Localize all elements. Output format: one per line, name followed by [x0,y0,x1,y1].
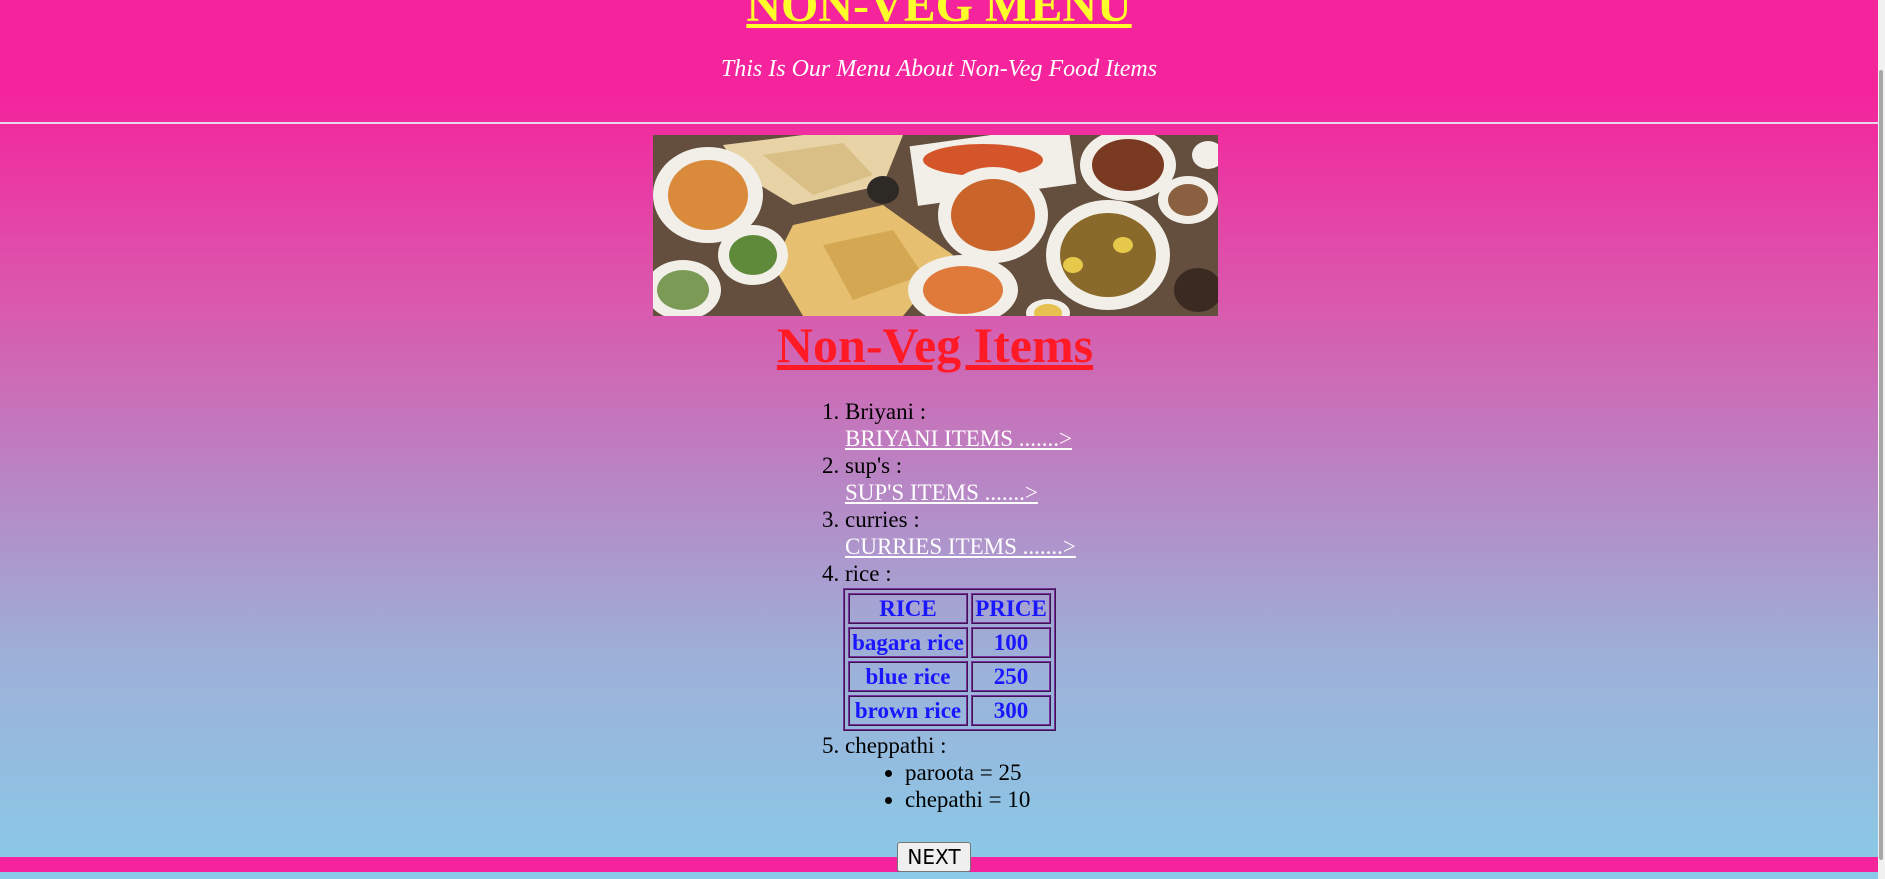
rice-price-cell: 300 [971,695,1051,726]
page-title: NON-VEG MENU [746,0,1132,32]
menu-item-sups: sup's : SUP'S ITEMS .......> [845,452,1076,506]
rice-price-cell: 100 [971,627,1051,658]
table-header-rice: RICE [848,593,968,624]
table-row: brown rice 300 [848,695,1051,726]
menu-item-rice: rice : RICE PRICE bagara rice 100 blue r… [843,560,1076,731]
section-title: Non-Veg Items [776,317,1094,373]
curries-items-link[interactable]: CURRIES ITEMS .......> [845,533,1076,560]
rice-name-cell: brown rice [848,695,968,726]
menu-item-label: cheppathi : [845,733,947,758]
sups-items-link[interactable]: SUP'S ITEMS .......> [845,479,1076,506]
page-subtitle: This Is Our Menu About Non-Veg Food Item… [720,56,1158,82]
rice-name-cell: blue rice [848,661,968,692]
food-platter-image [653,135,1218,316]
menu-list: Briyani : BRIYANI ITEMS .......> sup's :… [820,398,1076,813]
menu-item-cheppathi: cheppathi : paroota = 25 chepathi = 10 [845,732,1076,813]
menu-item-curries: curries : CURRIES ITEMS .......> [845,506,1076,560]
rice-price-cell: 250 [971,661,1051,692]
rice-name-cell: bagara rice [848,627,968,658]
menu-item-label: sup's : [845,453,903,478]
menu-item-label: rice : [845,561,892,586]
menu-item-briyani: Briyani : BRIYANI ITEMS .......> [845,398,1076,452]
page-header: NON-VEG MENU This Is Our Menu About Non-… [0,0,1878,124]
list-item: paroota = 25 [905,759,1076,786]
table-row: blue rice 250 [848,661,1051,692]
list-item: chepathi = 10 [905,786,1076,813]
cheppathi-list: paroota = 25 chepathi = 10 [845,759,1076,813]
table-header-price: PRICE [971,593,1051,624]
table-header-row: RICE PRICE [848,593,1051,624]
table-row: bagara rice 100 [848,627,1051,658]
rice-price-table: RICE PRICE bagara rice 100 blue rice 250… [843,588,1056,731]
scrollbar-thumb[interactable] [1879,70,1883,860]
page-background: NON-VEG MENU This Is Our Menu About Non-… [0,0,1878,879]
menu-item-label: curries : [845,507,920,532]
next-button[interactable]: NEXT [897,842,971,872]
briyani-items-link[interactable]: BRIYANI ITEMS .......> [845,425,1076,452]
menu-item-label: Briyani : [845,399,927,424]
